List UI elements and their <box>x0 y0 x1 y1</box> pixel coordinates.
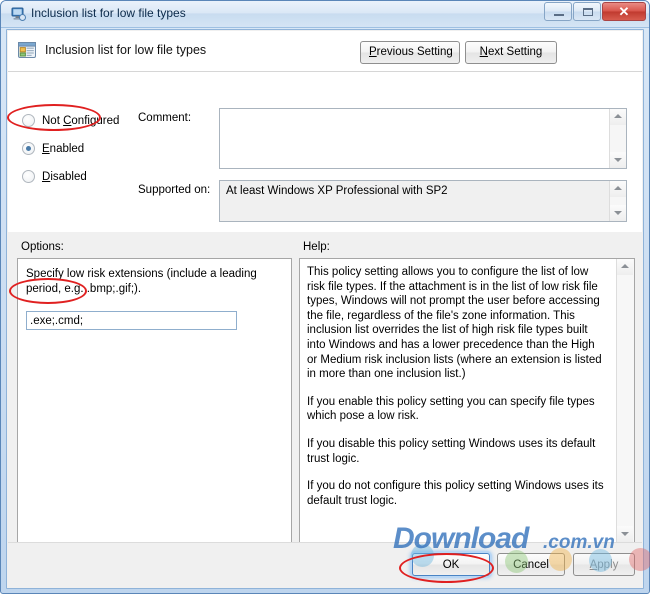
computer-monitor-icon <box>10 6 26 22</box>
scroll-up-icon[interactable] <box>610 181 626 197</box>
options-label: Options: <box>21 241 64 253</box>
previous-setting-button[interactable]: Previous Setting <box>360 41 460 64</box>
cancel-button[interactable]: Cancel <box>497 553 565 576</box>
window-title: Inclusion list for low file types <box>31 6 186 20</box>
close-icon: ✕ <box>618 4 630 19</box>
radio-enabled[interactable]: Enabled <box>22 142 84 155</box>
radio-enabled-label: Enabled <box>42 142 85 155</box>
comment-scrollbar[interactable] <box>609 109 626 168</box>
radio-not-configured-label: Not Configured <box>42 114 120 127</box>
apply-label: pply <box>597 559 619 571</box>
options-panel: Specify low risk extensions (include a l… <box>17 258 292 543</box>
help-panel: This policy setting allows you to config… <box>299 258 635 543</box>
dialog-client-area: Inclusion list for low file types Previo… <box>6 29 644 589</box>
minimize-button[interactable] <box>544 2 572 21</box>
help-paragraph: This policy setting allows you to config… <box>307 266 602 381</box>
group-policy-dialog-window: Inclusion list for low file types ✕ Incl… <box>0 0 650 594</box>
radio-disabled-label: Disabled <box>42 170 87 183</box>
next-setting-label: ext Setting <box>487 46 543 58</box>
window-controls: ✕ <box>544 2 646 21</box>
radio-not-configured[interactable]: Not Configured <box>22 114 119 127</box>
comment-input[interactable] <box>219 108 627 169</box>
supported-on-label: Supported on: <box>138 184 211 196</box>
scroll-down-icon[interactable] <box>610 205 626 221</box>
supported-on-scrollbar[interactable] <box>609 181 626 221</box>
close-button[interactable]: ✕ <box>602 2 646 21</box>
previous-setting-label: revious Setting <box>376 46 453 58</box>
setting-state-area: Not Configured Enabled Disabled Comment:… <box>8 72 642 232</box>
minimize-icon <box>554 14 564 16</box>
next-setting-button[interactable]: Next Setting <box>465 41 557 64</box>
next-setting-accel: N <box>479 46 488 58</box>
help-paragraph: If you disable this policy setting Windo… <box>307 437 596 465</box>
supported-on-value: At least Windows XP Professional with SP… <box>226 185 448 197</box>
apply-button[interactable]: Apply <box>573 553 635 576</box>
help-scrollbar[interactable] <box>616 259 634 542</box>
radio-enabled-indicator <box>22 142 35 155</box>
ok-button[interactable]: OK <box>412 553 490 576</box>
scroll-down-icon[interactable] <box>610 152 626 168</box>
help-paragraph: If you enable this policy setting you ca… <box>307 395 595 423</box>
radio-disabled-indicator <box>22 170 35 183</box>
radio-not-configured-indicator <box>22 114 35 127</box>
title-bar: Inclusion list for low file types ✕ <box>1 1 649 28</box>
setting-header: Inclusion list for low file types Previo… <box>8 31 642 72</box>
options-description: Specify low risk extensions (include a l… <box>26 268 257 295</box>
scroll-down-icon[interactable] <box>617 526 633 542</box>
radio-disabled[interactable]: Disabled <box>22 170 87 183</box>
dialog-button-bar: OK Cancel Apply <box>8 542 642 587</box>
help-text: This policy setting allows you to config… <box>307 265 607 508</box>
help-label: Help: <box>303 241 330 253</box>
extensions-input[interactable] <box>26 311 237 330</box>
help-paragraph: If you do not configure this policy sett… <box>307 480 604 507</box>
maximize-button[interactable] <box>573 2 601 21</box>
setting-title: Inclusion list for low file types <box>45 43 207 57</box>
group-policy-setting-icon <box>17 40 37 60</box>
scroll-up-icon[interactable] <box>617 259 633 275</box>
maximize-icon <box>583 8 593 16</box>
previous-setting-accel: P <box>369 46 377 58</box>
comment-label: Comment: <box>138 112 192 124</box>
supported-on-field: At least Windows XP Professional with SP… <box>219 180 627 222</box>
scroll-up-icon[interactable] <box>610 109 626 125</box>
